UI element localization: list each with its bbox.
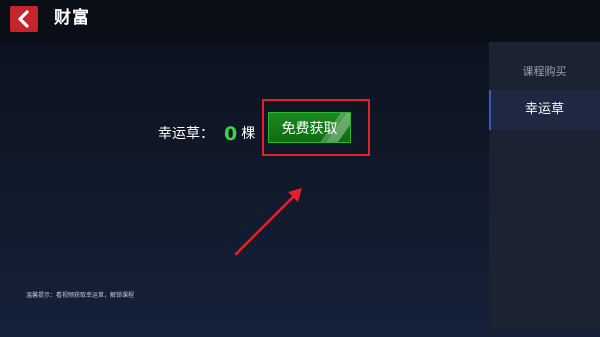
clover-balance: 幸运草： 0 棵 (158, 119, 255, 149)
wealth-screen: 财富 幸运草： 0 棵 免费获取 温馨提示：看视频获取幸运草，解锁课程 课程购买… (0, 0, 600, 337)
sidebar: 课程购买 幸运草 (489, 42, 600, 332)
back-button[interactable] (10, 6, 38, 32)
clover-label: 幸运草： (158, 126, 214, 142)
annotation-arrow-icon (234, 188, 302, 256)
chevron-left-icon (18, 10, 29, 28)
main-panel: 幸运草： 0 棵 免费获取 温馨提示：看视频获取幸运草，解锁课程 (0, 42, 486, 337)
tip-text: 温馨提示：看视频获取幸运草，解锁课程 (26, 292, 135, 299)
clover-count: 0 (224, 123, 238, 145)
page-title: 财富 (54, 8, 90, 28)
clover-unit: 棵 (241, 126, 256, 142)
sidebar-item-lucky-clover[interactable]: 幸运草 (489, 90, 600, 130)
annotation-highlight-box (262, 99, 370, 156)
sidebar-item-course-purchase[interactable]: 课程购买 (489, 64, 600, 80)
header-bar: 财富 (0, 0, 600, 42)
